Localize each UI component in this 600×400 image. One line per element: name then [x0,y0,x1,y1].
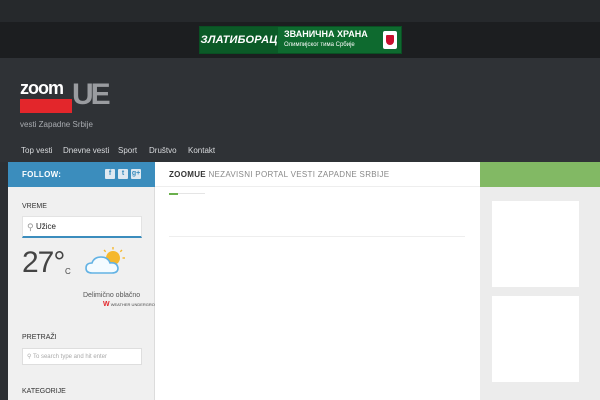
weather-unit: C [65,267,71,276]
serbia-crest-icon [383,31,397,49]
follow-label: FOLLOW: [22,170,62,179]
banner-line2: Олимпијског тима Србије [284,42,355,48]
nav-sport[interactable]: Sport [118,146,137,155]
nav-dnevne-vesti[interactable]: Dnevne vesti [63,146,109,155]
page-title-subtitle: NEZAVISNI PORTAL VESTI ZAPADNE SRBIJE [208,170,390,179]
right-widget [492,201,579,287]
main-content [155,162,480,400]
weather-label: VREME [22,203,47,210]
logo-zoom: zoom [20,78,64,98]
banner-line1: ЗВАНИЧНА ХРАНА [284,29,368,39]
page-title: ZOOMUE NEZAVISNI PORTAL VESTI ZAPADNE SR… [169,170,389,179]
sidebar-search-input[interactable]: ⚲ To search type and hit enter [22,348,142,365]
search-icon: ⚲ [27,354,32,360]
banner-brand: ЗЛАТИБОРАЦ [200,27,278,53]
site-tagline: vesti Zapadne Srbije [20,120,93,129]
nav-kontakt[interactable]: Kontakt [188,146,215,155]
top-bar [0,0,600,22]
search-label: PRETRAŽI [22,334,57,341]
nav-drustvo[interactable]: Društvo [149,146,177,155]
facebook-icon[interactable]: f [105,169,115,179]
twitter-icon[interactable]: t [118,169,128,179]
weather-temperature: 27° [22,246,65,279]
logo-red-block [20,99,72,113]
weather-city-input[interactable]: ⚲ Užice [22,216,142,238]
page-title-brand: ZOOMUE [169,170,206,179]
ad-banner[interactable]: ЗЛАТИБОРАЦ ЗВАНИЧНА ХРАНА Олимпијског ти… [199,26,402,54]
weather-city-value: Užice [36,222,57,231]
content-divider [169,236,465,237]
banner-text: ЗВАНИЧНА ХРАНА Олимпијског тима Србије [278,29,383,51]
search-icon: ⚲ [27,222,34,232]
site-logo[interactable]: zoom UE [20,78,111,120]
categories-label: KATEGORIJE [22,388,66,395]
partly-cloudy-icon [85,247,125,274]
loading-indicator [169,193,205,195]
google-plus-icon[interactable]: g+ [131,169,141,179]
nav-top-vesti[interactable]: Top vesti [21,146,53,155]
logo-ue: UE [72,78,111,111]
search-placeholder: To search type and hit enter [32,354,108,360]
right-header-bar [480,162,600,187]
right-widget [492,296,579,382]
weather-condition: Delimično oblačno [83,292,141,299]
